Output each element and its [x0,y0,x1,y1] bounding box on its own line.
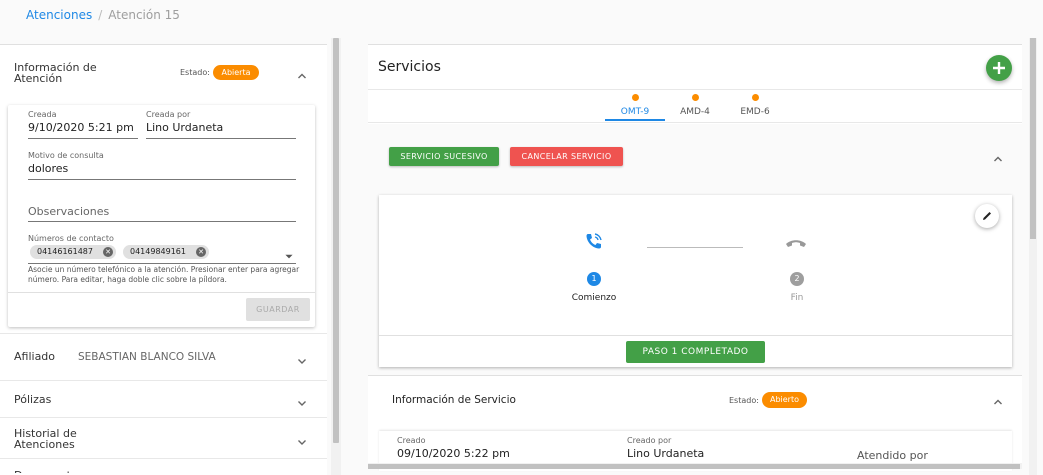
servicio-sucesivo-button[interactable]: SERVICIO SUCESIVO [389,147,499,166]
tab-indicator [605,119,665,121]
motivo-label: Motivo de consulta [28,151,104,160]
estado-badge: Abierta [213,65,259,80]
numeros-underline [28,263,296,264]
creada-label: Creada [28,110,57,119]
numeros-dropdown-icon[interactable] [283,247,293,259]
step-number: 1 [587,272,601,286]
step-label: Comienzo [571,293,617,303]
estado-label: Estado: [729,396,759,405]
tab-label: OMT-9 [620,107,650,117]
horizontal-scrollbar[interactable] [368,464,1020,469]
creado-value: 09/10/2020 5:22 pm [397,447,510,460]
estado-badge: Abierto [762,392,807,408]
creada-por-underline [146,138,296,139]
tab-label: EMD-6 [740,107,770,117]
card-divider [379,335,1012,336]
creada-underline [28,138,138,139]
historial-label: Historial de Atenciones [14,427,77,451]
add-servicio-button[interactable] [986,55,1012,81]
tab-label: AMD-4 [680,107,710,117]
close-icon[interactable]: ✕ [103,247,113,257]
info-servicio-divider [368,375,1022,376]
breadcrumb-atenciones-link[interactable]: Atenciones [26,8,92,22]
chevron-up-icon[interactable] [296,67,308,79]
tab-amd-4[interactable]: AMD-4 [665,94,725,117]
chevron-down-icon[interactable] [296,394,308,406]
breadcrumb-current: Atención 15 [108,8,180,22]
close-icon[interactable]: ✕ [196,247,206,257]
chevron-up-icon[interactable] [992,393,1004,405]
step-connector [647,247,743,248]
servicios-tabs: OMT-9 AMD-4 EMD-6 [368,89,1022,123]
servicios-panel: Servicios OMT-9 AMD-4 EMD-6 SERVICIO SUC… [368,44,1022,471]
info-servicio-title: Información de Servicio [392,394,516,406]
numeros-label: Números de contacto [28,234,114,243]
motivo-underline [28,179,296,180]
warning-dot-icon [751,94,759,101]
atendido-por-field[interactable]: Atendido por [857,449,928,462]
warning-dot-icon [631,94,639,101]
plus-icon [993,62,1005,74]
chevron-down-icon[interactable] [296,352,308,364]
numeros-hint: Asocie un número telefónico a la atenció… [28,265,300,284]
phone-ringing-icon [584,231,604,251]
phone-chip-label: 04149849161 [130,247,186,256]
stepper-card: 1 Comienzo 2 Fin PASO 1 COMPLETADO [379,195,1012,367]
breadcrumb-separator: / [98,8,103,22]
creada-por-value: Lino Urdaneta [146,121,224,134]
creado-por-value: Lino Urdaneta [627,447,705,460]
step-label: Fin [790,293,804,303]
info-atencion-section: Información de Atención Estado: Abierta … [0,45,327,332]
warning-dot-icon [691,94,699,101]
afiliado-value: SEBASTIAN BLANCO SILVA [78,351,216,363]
creado-label: Creado [397,436,426,445]
card-divider [8,292,315,293]
attention-panel: Información de Atención Estado: Abierta … [0,44,327,475]
right-scrollbar[interactable] [1030,38,1036,239]
estado-label: Estado: [180,68,210,77]
servicios-title: Servicios [378,59,441,75]
left-scrollbar[interactable] [333,38,339,443]
polizas-section[interactable]: Pólizas [0,381,327,418]
atencion-form-card: Creada 9/10/2020 5:21 pm Creada por Lino… [8,105,315,327]
phone-chip[interactable]: 04149849161 ✕ [123,245,209,259]
historial-section[interactable]: Historial de Atenciones [0,418,327,459]
pencil-icon [983,212,991,220]
creado-por-label: Creado por [627,436,672,445]
documentos-section-label[interactable]: Document [14,465,71,473]
step-number: 2 [790,272,804,286]
chevron-down-icon[interactable] [296,433,308,445]
cancelar-servicio-button[interactable]: CANCELAR SERVICIO [510,147,623,166]
afiliado-label: Afiliado [14,350,56,363]
tab-omt-9[interactable]: OMT-9 [605,94,665,117]
creada-por-label: Creada por [146,110,191,119]
observaciones-field[interactable]: Observaciones [28,205,109,218]
creada-value: 9/10/2020 5:21 pm [28,121,134,134]
phone-chip-label: 04146161487 [37,247,93,256]
motivo-field[interactable]: dolores [28,162,68,175]
info-atencion-title: Información de Atención [14,61,97,85]
breadcrumb: Atenciones / Atención 15 [26,8,180,22]
observaciones-underline [28,221,296,222]
polizas-label: Pólizas [14,393,52,406]
phone-hangup-icon [784,235,808,249]
phone-chip[interactable]: 04146161487 ✕ [30,245,116,259]
guardar-button[interactable]: GUARDAR [246,298,310,321]
chevron-up-icon[interactable] [992,150,1004,162]
afiliado-section[interactable]: Afiliado SEBASTIAN BLANCO SILVA [0,333,327,381]
edit-button[interactable] [975,204,999,228]
tab-emd-6[interactable]: EMD-6 [725,94,785,117]
paso-completado-button[interactable]: PASO 1 COMPLETADO [626,341,765,363]
